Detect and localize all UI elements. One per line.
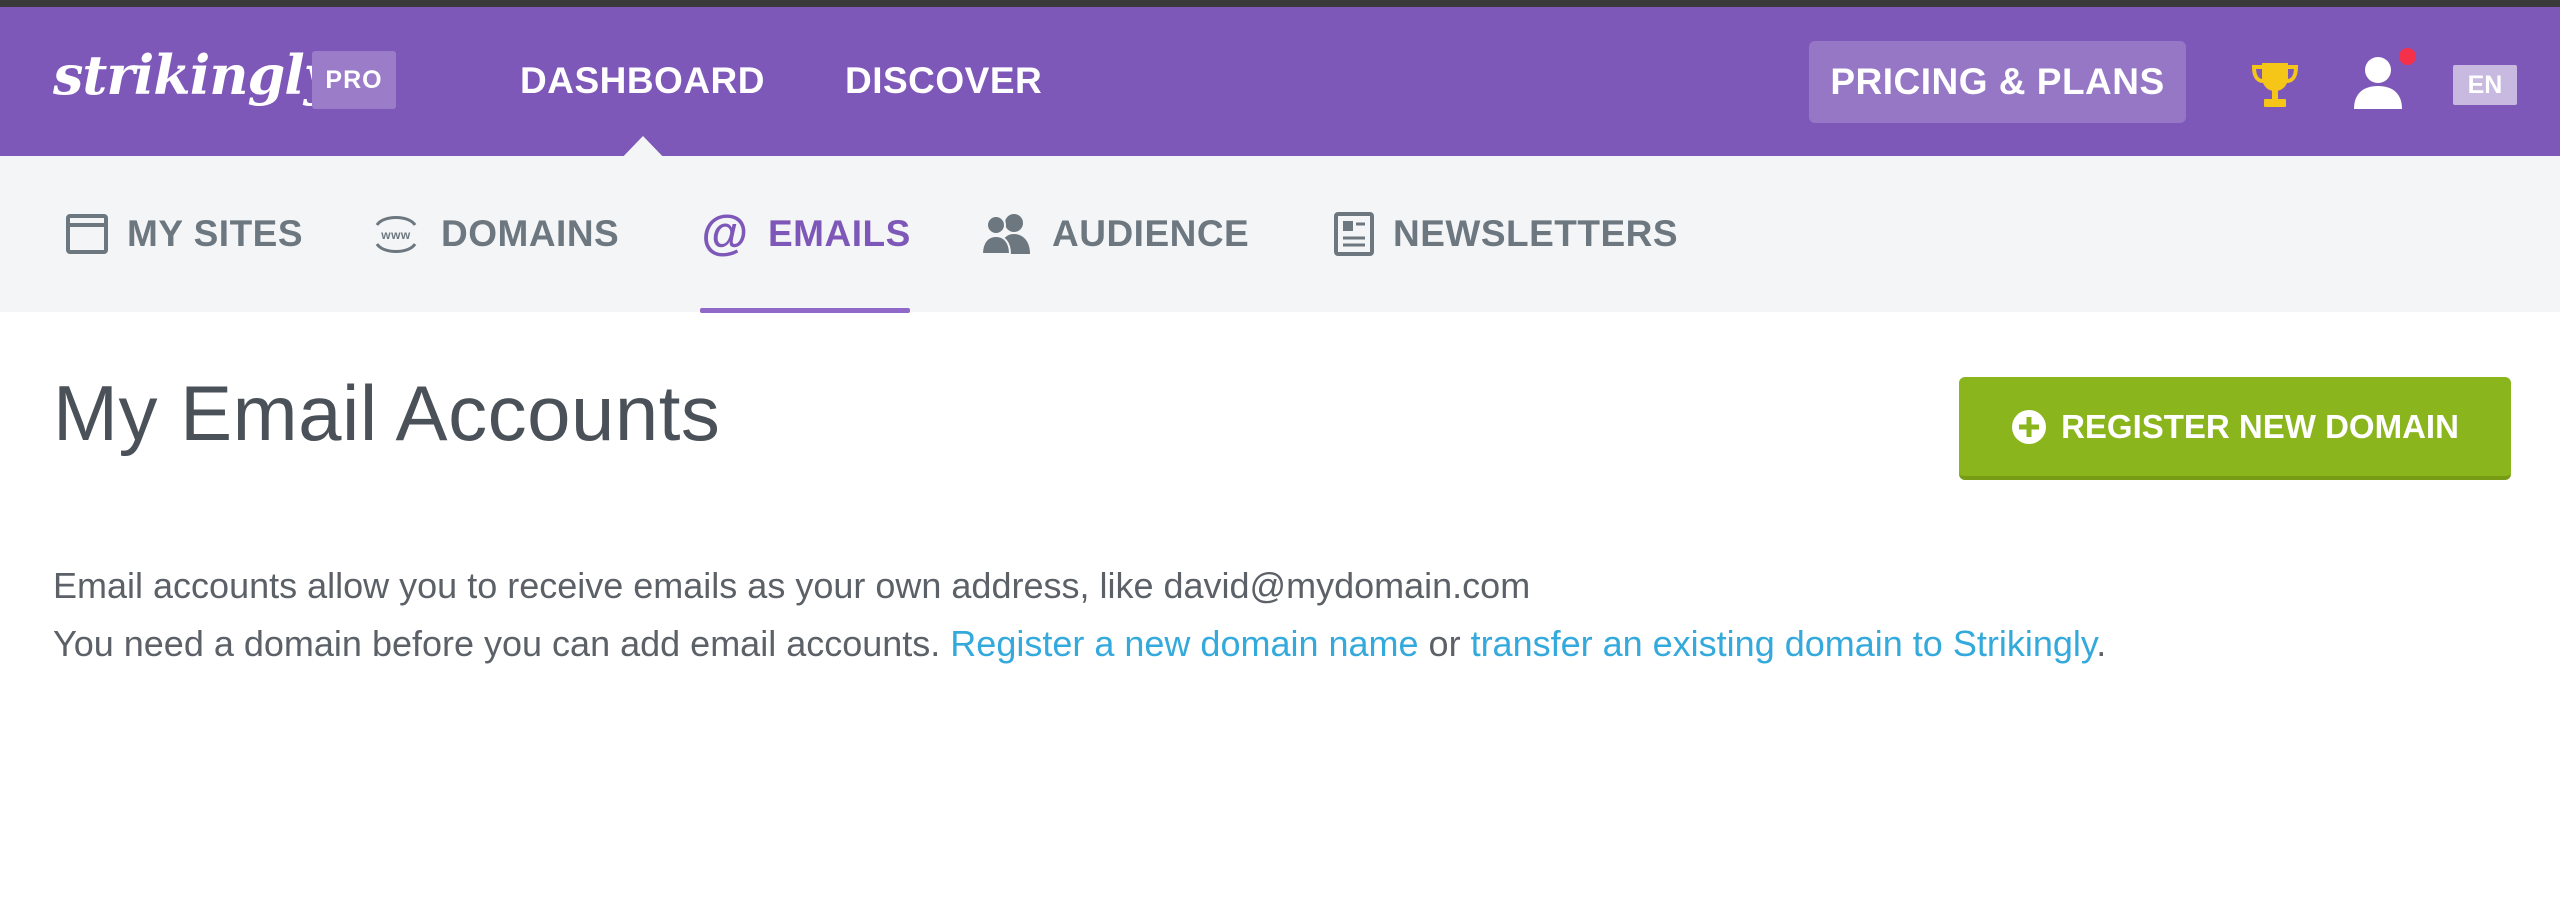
- notification-dot: [2399, 48, 2416, 65]
- window-top-strip: [0, 0, 2560, 7]
- svg-text:@: @: [701, 209, 748, 259]
- dashboard-subnav: MY SITES www DOMAINS @ EMAILS AUDIENCE N…: [0, 156, 2560, 313]
- www-globe-icon: www: [369, 211, 423, 257]
- svg-text:www: www: [380, 228, 411, 242]
- email-info-text: Email accounts allow you to receive emai…: [53, 565, 1531, 606]
- strikingly-logo[interactable]: strikingly: [53, 43, 335, 107]
- browser-window-icon: [65, 213, 109, 255]
- domain-required-text: You need a domain before you can add ema…: [53, 620, 2106, 668]
- register-new-domain-button[interactable]: REGISTER NEW DOMAIN: [1959, 377, 2511, 480]
- or-text: or: [1418, 623, 1471, 664]
- subnav-emails[interactable]: @ EMAILS: [700, 156, 911, 312]
- nav-dashboard[interactable]: DASHBOARD: [520, 60, 765, 102]
- subnav-domains-label: DOMAINS: [441, 213, 620, 254]
- subnav-emails-label: EMAILS: [768, 213, 911, 254]
- plus-circle-icon: [2011, 409, 2047, 445]
- language-selector[interactable]: EN: [2453, 65, 2517, 105]
- user-account-icon[interactable]: [2350, 53, 2406, 111]
- trophy-icon[interactable]: [2250, 59, 2300, 111]
- domain-required-prefix: You need a domain before you can add ema…: [53, 623, 951, 664]
- subnav-newsletters[interactable]: NEWSLETTERS: [1333, 156, 1678, 312]
- subnav-audience-label: AUDIENCE: [1052, 213, 1250, 254]
- subnav-my-sites[interactable]: MY SITES: [65, 156, 303, 312]
- active-tab-underline: [700, 308, 910, 313]
- nav-discover[interactable]: DISCOVER: [845, 60, 1042, 102]
- top-header: strikingly PRO DASHBOARD DISCOVER PRICIN…: [0, 7, 2560, 163]
- pricing-plans-button[interactable]: PRICING & PLANS: [1809, 41, 2186, 123]
- register-new-domain-label: REGISTER NEW DOMAIN: [2061, 407, 2459, 445]
- newsletter-icon: [1333, 211, 1375, 257]
- transfer-domain-link[interactable]: transfer an existing domain to Strikingl…: [1471, 623, 2097, 664]
- people-icon: [980, 212, 1034, 256]
- page-title: My Email Accounts: [53, 369, 721, 457]
- subnav-newsletters-label: NEWSLETTERS: [1393, 213, 1679, 254]
- subnav-my-sites-label: MY SITES: [127, 213, 304, 254]
- period-text: .: [2096, 623, 2107, 664]
- register-domain-link[interactable]: Register a new domain name: [950, 623, 1418, 664]
- subnav-domains[interactable]: www DOMAINS: [369, 156, 619, 312]
- subnav-audience[interactable]: AUDIENCE: [980, 156, 1249, 312]
- pro-badge: PRO: [312, 51, 396, 109]
- at-sign-icon: @: [700, 209, 750, 259]
